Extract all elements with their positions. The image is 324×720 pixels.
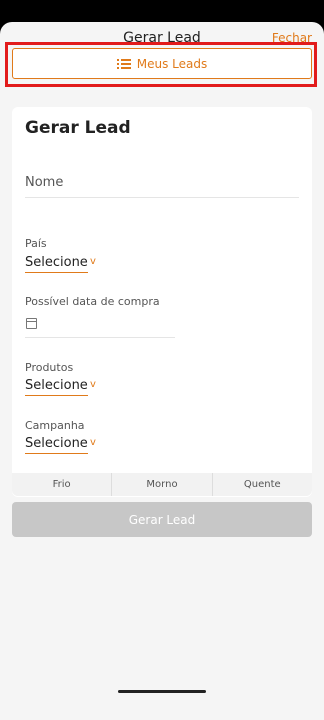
temperature-option-quente[interactable]: Quente [213,473,312,496]
form-title: Gerar Lead [25,118,131,138]
temperature-option-frio[interactable]: Frio [12,473,113,496]
name-field[interactable]: Nome [25,175,299,198]
products-label: Produtos [25,361,74,374]
my-leads-label: Meus Leads [136,56,208,71]
chevron-down-icon: v [90,256,96,267]
home-indicator [118,690,206,693]
country-label: País [25,237,47,250]
purchase-date-field[interactable] [25,307,175,338]
country-select[interactable]: Selecione [25,255,88,273]
my-leads-button[interactable]: Meus Leads [12,48,312,79]
chevron-down-icon: v [90,437,96,448]
temperature-option-morno[interactable]: Morno [112,473,213,496]
generate-lead-button[interactable]: Gerar Lead [12,502,312,537]
lead-form-card: Gerar Lead Nome País Selecione v Possíve… [12,107,312,497]
list-icon [116,58,131,69]
temperature-selector: Frio Morno Quente [12,473,312,496]
campaign-label: Campanha [25,419,85,432]
products-select[interactable]: Selecione [25,378,88,396]
chevron-down-icon: v [90,379,96,390]
campaign-select[interactable]: Selecione [25,436,88,454]
calendar-icon [26,318,37,329]
